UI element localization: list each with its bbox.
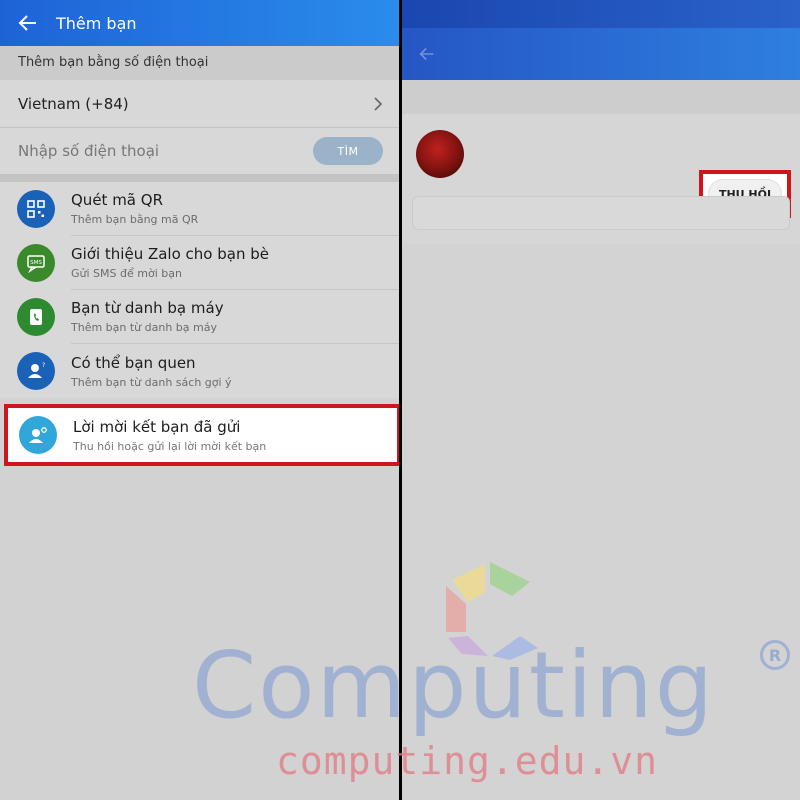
back-button[interactable] bbox=[402, 28, 452, 80]
phone-section-title: Thêm bạn bằng số điện thoại bbox=[0, 46, 399, 80]
option-subtitle: Gửi SMS để mời bạn bbox=[71, 267, 182, 280]
sms-icon: SMS bbox=[17, 244, 55, 282]
person-suggest-icon: ? bbox=[17, 352, 55, 390]
svg-text:SMS: SMS bbox=[30, 260, 42, 266]
add-options-list: Quét mã QR Thêm bạn bằng mã QR SMS Giới … bbox=[0, 182, 399, 398]
phone-search-block: Vietnam (+84) Nhập số điện thoại TÌM bbox=[0, 80, 399, 174]
country-selector[interactable]: Vietnam (+84) bbox=[0, 80, 399, 128]
option-suggested-friends[interactable]: ? Có thể bạn quen Thêm bạn từ danh sách … bbox=[0, 344, 399, 398]
option-subtitle: Thêm bạn từ danh bạ máy bbox=[71, 321, 217, 334]
divider bbox=[0, 174, 399, 182]
option-label: Giới thiệu Zalo cho bạn bè bbox=[71, 245, 269, 263]
chevron-right-icon bbox=[374, 96, 383, 111]
status-bar bbox=[402, 0, 800, 28]
watermark-site: computing.edu.vn bbox=[276, 739, 659, 783]
back-button[interactable] bbox=[0, 0, 56, 46]
option-phone-contacts[interactable]: Bạn từ danh bạ máy Thêm bạn từ danh bạ m… bbox=[0, 290, 399, 344]
option-invite-sms[interactable]: SMS Giới thiệu Zalo cho bạn bè Gửi SMS đ… bbox=[0, 236, 399, 290]
app-header bbox=[402, 28, 800, 80]
qr-code-icon bbox=[17, 190, 55, 228]
request-message bbox=[412, 196, 790, 230]
option-subtitle: Thêm bạn từ danh sách gợi ý bbox=[71, 375, 232, 389]
search-button[interactable]: TÌM bbox=[313, 137, 383, 165]
registered-mark: R bbox=[760, 640, 790, 670]
page-title: Thêm bạn bbox=[56, 13, 137, 33]
option-scan-qr[interactable]: Quét mã QR Thêm bạn bằng mã QR bbox=[0, 182, 399, 236]
section-header bbox=[402, 80, 800, 114]
avatar[interactable] bbox=[416, 130, 464, 178]
country-label: Vietnam (+84) bbox=[18, 94, 129, 113]
back-arrow-icon bbox=[419, 47, 434, 61]
phone-input-row: Nhập số điện thoại TÌM bbox=[0, 128, 399, 174]
option-label: Quét mã QR bbox=[71, 191, 163, 209]
option-label: Có thể bạn quen bbox=[71, 353, 196, 372]
svg-text:?: ? bbox=[42, 362, 45, 369]
option-label: Lời mời kết bạn đã gửi bbox=[73, 417, 241, 436]
back-arrow-icon bbox=[18, 15, 36, 31]
option-label: Bạn từ danh bạ máy bbox=[71, 299, 224, 317]
option-subtitle: Thu hồi hoặc gửi lại lời mời kết bạn bbox=[73, 439, 267, 453]
watermark-brand: Computing bbox=[192, 632, 716, 739]
option-subtitle: Thêm bạn bằng mã QR bbox=[71, 213, 199, 226]
phone-input[interactable]: Nhập số điện thoại bbox=[18, 142, 159, 160]
person-settings-icon bbox=[19, 416, 57, 454]
option-sent-requests[interactable]: Lời mời kết bạn đã gửi Thu hồi hoặc gửi … bbox=[4, 404, 399, 466]
contacts-phone-icon bbox=[17, 298, 55, 336]
app-header: Thêm bạn bbox=[0, 0, 399, 46]
